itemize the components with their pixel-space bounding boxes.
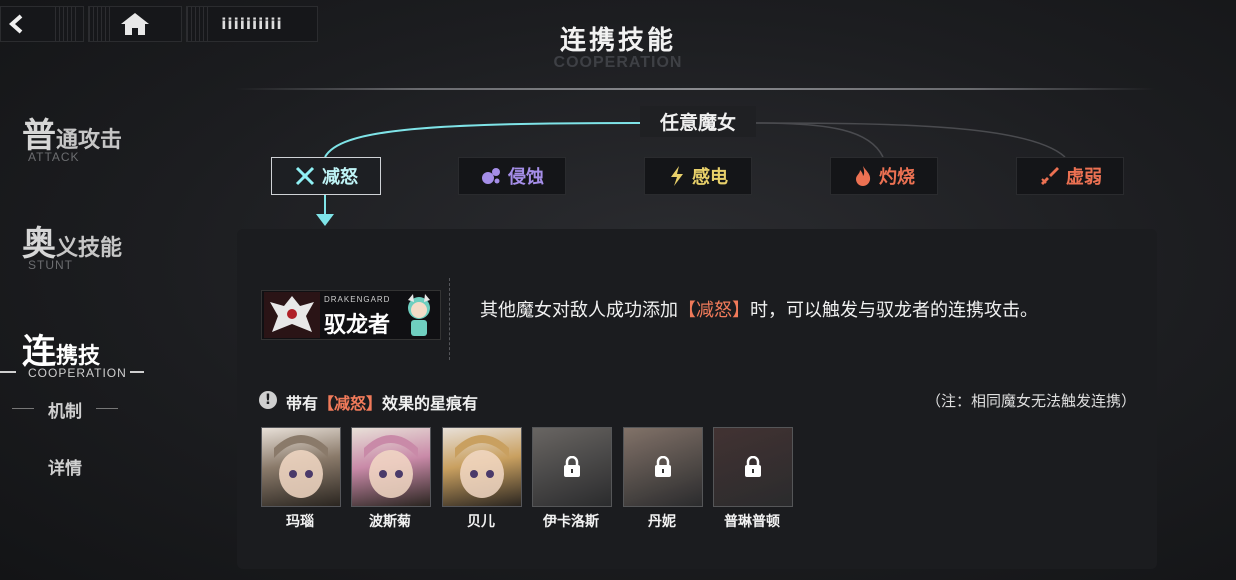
owners-title-after: 效果的星痕有 [382, 394, 479, 413]
bubbles-icon [482, 168, 500, 184]
lock-icon [564, 456, 580, 477]
active-indicator-right [130, 371, 144, 373]
character-portrait[interactable] [623, 427, 703, 507]
tag-label: 减怒 [322, 167, 358, 188]
character-portrait[interactable] [442, 427, 522, 507]
tag-erosion[interactable]: 侵蚀 [458, 157, 566, 195]
tag-burn[interactable]: 灼烧 [830, 157, 938, 195]
tag-label: 感电 [692, 167, 728, 188]
badge-en-label: DRAKENGARD [324, 295, 391, 304]
chibi-character-icon [408, 294, 430, 336]
any-witch-label: 任意魔女 [640, 106, 756, 137]
tag-weaken[interactable]: 虚弱 [1016, 157, 1124, 195]
info-icon: ! [259, 391, 277, 409]
character-name: 玛瑙 [286, 514, 314, 530]
character-name: 伊卡洛斯 [543, 514, 599, 530]
portrait-face-icon [455, 435, 509, 498]
tag-label: 虚弱 [1066, 167, 1102, 188]
active-indicator-left [0, 371, 16, 373]
description-text-end: 时，可以触发与驭龙者的连携攻击。 [750, 300, 1038, 321]
sidebar-item-en-label: COOPERATION [28, 366, 127, 380]
cooperation-description: 其他魔女对敌人成功添加【减怒】时，可以触发与驭龙者的连携攻击。 [480, 296, 1038, 322]
tag-reduce-rage[interactable]: 减怒 [271, 157, 381, 195]
connector-lines [316, 122, 1066, 226]
portrait-face-icon [274, 435, 328, 498]
owners-title-highlight: 【减怒】 [318, 394, 383, 413]
lock-icon [655, 456, 671, 477]
sidebar-sub-item-mechanism[interactable]: 机制 [0, 397, 130, 422]
character-name: 贝儿 [467, 514, 495, 530]
character-name: 波斯菊 [369, 514, 411, 530]
tag-label: 灼烧 [879, 167, 915, 188]
owners-title: 带有【减怒】效果的星痕有 [286, 390, 478, 414]
character-name: 丹妮 [648, 514, 676, 530]
character-portrait[interactable] [713, 427, 793, 507]
character-portrait[interactable] [261, 427, 341, 507]
cross-burst-icon [295, 166, 315, 186]
owners-title-before: 带有 [286, 394, 319, 413]
character-name: 普琳普顿 [724, 514, 780, 530]
character-portrait[interactable] [532, 427, 612, 507]
description-text: 其他魔女对敌人成功添加 [480, 300, 678, 321]
divider [449, 278, 450, 360]
sidebar-item-en-label: STUNT [28, 258, 73, 272]
sub-item-decoration [12, 408, 34, 409]
lightning-icon [671, 166, 683, 186]
character-portrait[interactable] [351, 427, 431, 507]
portrait-face-icon [364, 435, 418, 498]
tag-label: 侵蚀 [508, 167, 544, 188]
sub-item-decoration [96, 408, 118, 409]
description-highlight: 【减怒】 [678, 300, 750, 321]
dragon-emblem-icon [264, 292, 320, 338]
owners-note: （注：相同魔女无法触发连携） [925, 392, 1136, 410]
sidebar-sub-item-details[interactable]: 详情 [0, 454, 130, 479]
character-badge: DRAKENGARD 驭龙者 [261, 290, 441, 340]
flame-icon [856, 166, 871, 186]
sidebar-item-cooperation[interactable]: 连携技 COOPERATION [22, 324, 126, 380]
broken-sword-icon [1041, 167, 1059, 185]
tag-shock[interactable]: 感电 [644, 157, 752, 195]
lock-icon [745, 456, 761, 477]
badge-name: 驭龙者 [324, 313, 391, 338]
